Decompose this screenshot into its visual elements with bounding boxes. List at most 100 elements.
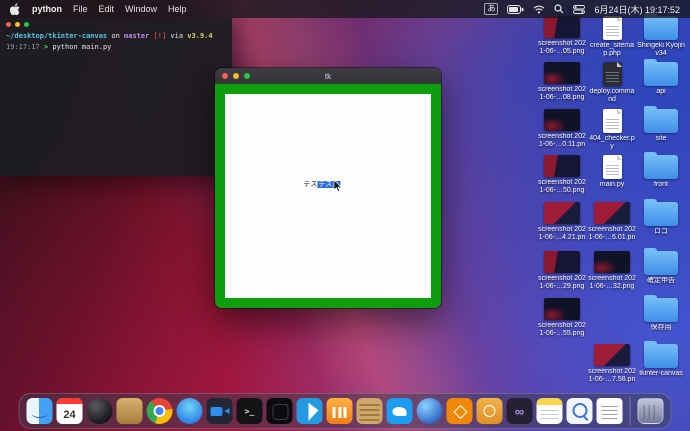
folder-icon: [644, 248, 678, 275]
desktop-icon-file[interactable]: screenshot 2021-06-…29.png: [538, 251, 586, 291]
dark-circle-app-icon[interactable]: [86, 398, 113, 424]
dark-app-icon[interactable]: [266, 398, 293, 424]
minimize-button[interactable]: [15, 22, 20, 27]
terminal-app-icon[interactable]: >_: [236, 398, 263, 424]
folder-label: api: [656, 88, 666, 95]
desktop-icon-folder[interactable]: api: [637, 59, 685, 96]
folder-icon: [644, 152, 678, 179]
dock: 24 >_ ∞: [18, 393, 672, 429]
terminal-via-word: via: [170, 32, 184, 40]
desktop-icon-folder[interactable]: ロゴ: [637, 199, 685, 236]
desktop-icon-file[interactable]: screenshot 2021-06-…4.21.png: [538, 202, 586, 242]
file-label: screenshot 2021-06-…50.png: [538, 179, 586, 194]
file-label: main.py: [599, 181, 625, 188]
blue-sphere-app-icon[interactable]: [416, 398, 443, 424]
terminal-glyph: >_: [244, 406, 255, 416]
desktop-icon-folder[interactable]: 確定申告: [637, 248, 685, 285]
desktop-icon-folder[interactable]: site: [637, 106, 685, 143]
orange-ring-app-icon[interactable]: [476, 398, 503, 424]
file-label: screenshot 2021-06-…08.png: [538, 86, 586, 101]
desktop-icon-file[interactable]: screenshot 2021-06-…0.11.png: [538, 109, 586, 149]
folder-icon: [644, 59, 678, 86]
desktop-icon-file[interactable]: create_sitemap.php: [588, 16, 636, 58]
active-app-name[interactable]: python: [32, 4, 62, 14]
terminal-on-word: on: [111, 32, 120, 40]
file-label: screenshot 2021-06-…32.png: [588, 275, 636, 290]
menu-file[interactable]: File: [73, 4, 88, 14]
menu-window[interactable]: Window: [125, 4, 157, 14]
twitter-icon[interactable]: [386, 398, 413, 424]
desktop-icon-folder[interactable]: front: [637, 152, 685, 189]
file-label: screenshot 2021-06-…4.21.png: [538, 226, 586, 241]
basket-app-icon[interactable]: [356, 398, 383, 424]
orange-chart-app-icon[interactable]: [326, 398, 353, 424]
terminal-command-line: 19:17:17 > python main.py: [6, 42, 226, 53]
folder-label: ロゴ: [654, 228, 668, 235]
file-label: screenshot 2021-06-…0.11.png: [538, 133, 586, 148]
folder-icon: [644, 199, 678, 226]
desktop-icon-file[interactable]: main.py: [588, 155, 636, 189]
folder-icon: [644, 106, 678, 133]
folder-label: 確定申告: [647, 277, 675, 284]
desktop-icon-folder[interactable]: 保存用: [637, 295, 685, 332]
tan-app-icon[interactable]: [116, 398, 143, 424]
textedit-icon[interactable]: [596, 398, 623, 424]
blue-globe-app-icon[interactable]: [176, 398, 203, 424]
menu-edit[interactable]: Edit: [99, 4, 115, 14]
mouse-cursor-icon: [333, 179, 342, 192]
chrome-icon[interactable]: [146, 398, 173, 424]
vscode-icon[interactable]: [296, 398, 323, 424]
wifi-icon[interactable]: [533, 5, 545, 14]
finder-icon[interactable]: [26, 398, 53, 424]
git-dirty-flag: [!]: [153, 32, 167, 40]
desktop-icon-file[interactable]: deploy.command: [588, 62, 636, 104]
zoom-button[interactable]: [244, 73, 250, 79]
zoom-button[interactable]: [24, 22, 29, 27]
infinity-app-icon[interactable]: ∞: [506, 398, 533, 424]
file-label: screenshot 2021-06-…55.png: [538, 322, 586, 337]
calendar-icon[interactable]: 24: [56, 398, 83, 424]
input-source-icon[interactable]: あ: [484, 3, 499, 15]
calendar-day-number: 24: [63, 409, 76, 421]
folder-label: 保存用: [650, 324, 672, 331]
desktop-icon-file[interactable]: screenshot 2021-06-…08.png: [538, 62, 586, 102]
desktop-icon-folder[interactable]: Shingeki Kyojin v34: [637, 13, 685, 58]
image-thumbnail-icon: [544, 251, 580, 273]
tk-titlebar[interactable]: tk: [215, 68, 441, 84]
apple-logo-icon[interactable]: [10, 2, 21, 16]
battery-icon[interactable]: [507, 4, 524, 14]
desktop-icon-file[interactable]: screenshot 2021-06-…05.png: [538, 16, 586, 56]
tk-window[interactable]: tk テステスト: [215, 68, 441, 308]
minimize-button[interactable]: [233, 73, 239, 79]
desktop-icon-file[interactable]: screenshot 2021-06-…50.png: [538, 155, 586, 195]
menu-help[interactable]: Help: [168, 4, 187, 14]
search-icon[interactable]: [554, 4, 564, 14]
folder-icon: [644, 295, 678, 322]
desktop-icon-file[interactable]: screenshot 2021-06-…55.png: [538, 298, 586, 338]
desktop-icon-file[interactable]: screenshot 2021-06-…32.png: [588, 251, 636, 291]
document-file-icon: [602, 16, 622, 40]
menu-bar-clock[interactable]: 6月24日(木) 19:17:52: [594, 3, 680, 16]
command-timestamp: 19:17:17: [6, 43, 40, 51]
image-thumbnail-icon: [544, 155, 580, 177]
camera-app-icon[interactable]: [206, 398, 233, 424]
terminal-window[interactable]: ~/desktop/tkinter-canvas on master [!] v…: [0, 18, 232, 176]
control-center-icon[interactable]: [573, 4, 586, 14]
canvas-text-plain: テス: [303, 180, 318, 188]
terminal-traffic-lights: [6, 22, 226, 27]
tk-canvas[interactable]: テステスト: [225, 94, 431, 298]
orange-diagram-app-icon[interactable]: [446, 398, 473, 424]
preview-app-icon[interactable]: [566, 398, 593, 424]
desktop-icon-file[interactable]: screenshot 2021-06-…7.58.png: [588, 344, 636, 384]
menu-bar-left: python File Edit Window Help: [10, 2, 187, 16]
tk-traffic-lights: [222, 73, 250, 79]
close-button[interactable]: [6, 22, 11, 27]
desktop-icon-folder[interactable]: tkinter-canvas: [637, 341, 685, 378]
file-label: screenshot 2021-06-…29.png: [538, 275, 586, 290]
desktop-icon-file[interactable]: 404_checker.py: [588, 109, 636, 151]
close-button[interactable]: [222, 73, 228, 79]
desktop-icon-file[interactable]: screenshot 2021-06-…6.01.png: [588, 202, 636, 242]
terminal-prompt-line: ~/desktop/tkinter-canvas on master [!] v…: [6, 31, 226, 42]
notes-icon[interactable]: [536, 398, 563, 424]
trash-icon[interactable]: [637, 398, 664, 424]
